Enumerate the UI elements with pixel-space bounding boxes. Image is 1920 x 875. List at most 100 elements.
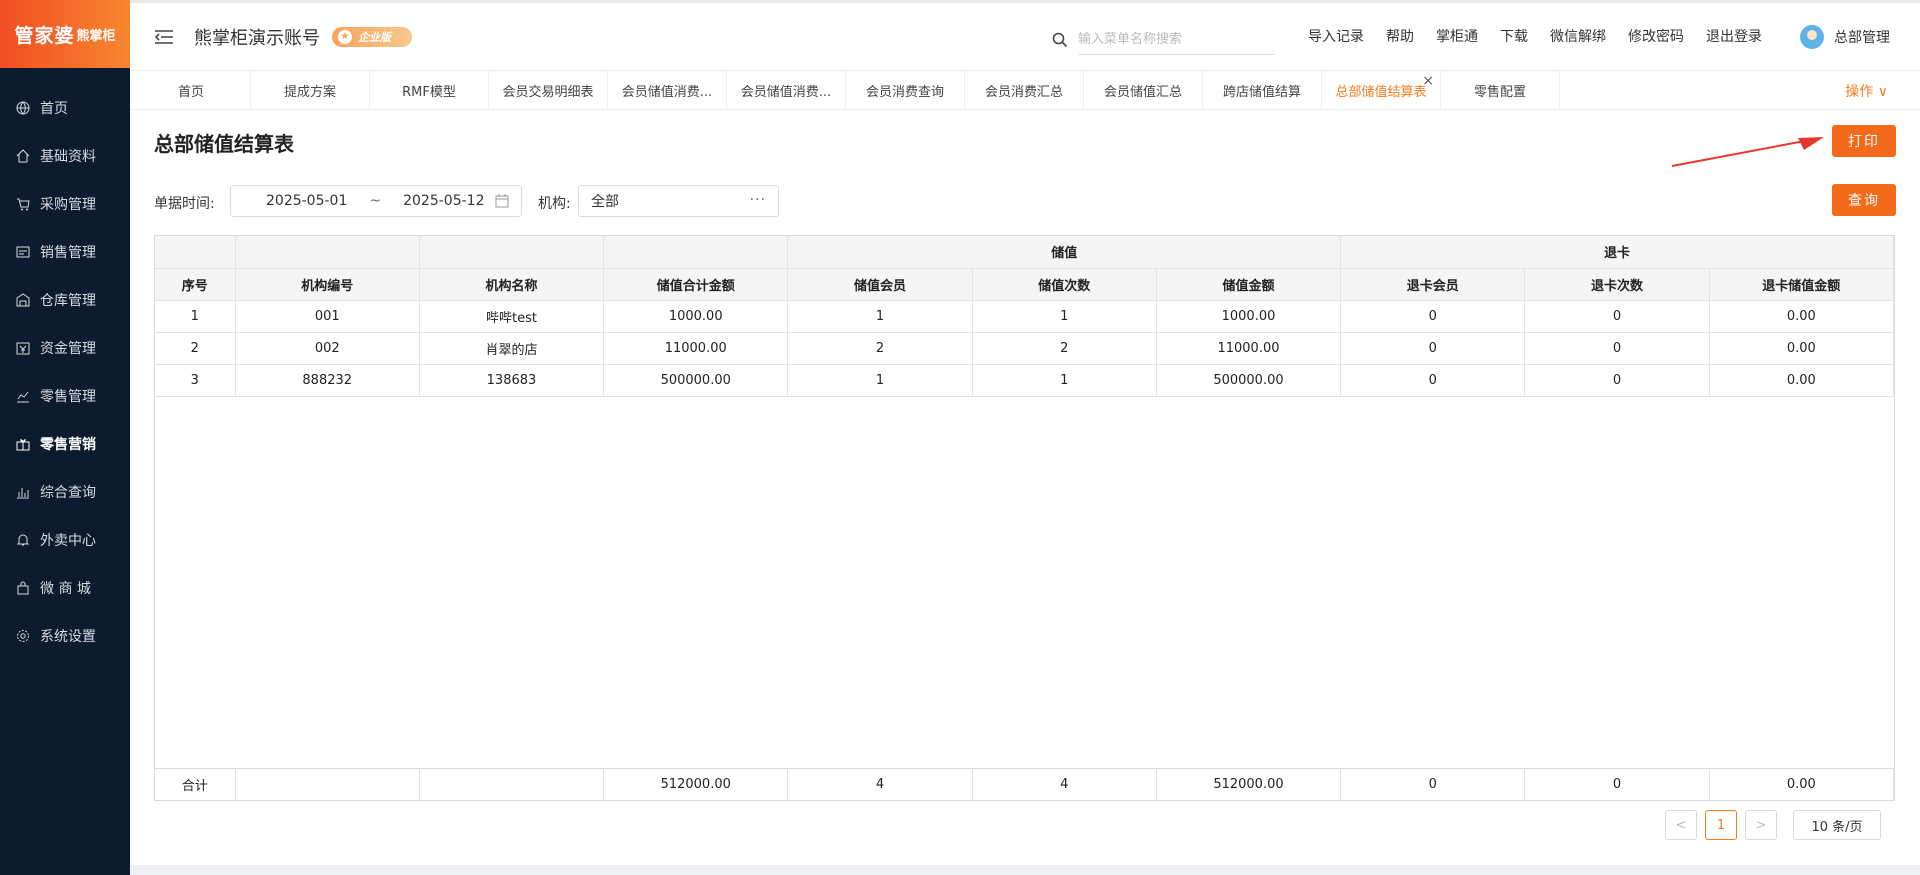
totals-cell: 0 [1340, 768, 1526, 800]
header-link-1[interactable]: 帮助 [1386, 26, 1414, 46]
edition-badge: ★ 企业版 [332, 26, 412, 47]
table-cell: 138683 [419, 364, 605, 397]
sidebar-item-3[interactable]: 销售管理 [0, 228, 130, 276]
tab-0[interactable]: 首页 [132, 71, 251, 109]
column-header[interactable]: 储值金额 [1156, 268, 1342, 301]
totals-cell: 0.00 [1709, 768, 1895, 800]
data-table: 储值 退卡 序号 机构编号 机构名称 储值合计金额 储值会员 储值次数 储值金额 退卡会员 退卡… [154, 235, 1895, 801]
tab-6[interactable]: 会员消费查询 [846, 71, 965, 109]
column-header[interactable]: 退卡次数 [1524, 268, 1710, 301]
next-page-button[interactable]: > [1745, 810, 1777, 840]
column-header[interactable]: 储值次数 [972, 268, 1157, 301]
header-links: 导入记录 帮助 掌柜通 下载 微信解绑 修改密码 退出登录 [1308, 26, 1784, 46]
column-header[interactable]: 储值合计金额 [603, 268, 789, 301]
sidebar-item-10[interactable]: 微 商 城 [0, 564, 130, 612]
avatar [1800, 25, 1824, 49]
query-button[interactable]: 查询 [1832, 184, 1896, 216]
account-name: 熊掌柜演示账号 [194, 27, 320, 49]
sidebar: 管家婆 熊掌柜 首页 基础资料 采购管理 销售管理仓库管理资金管理零售管理零售营销 综合… [0, 0, 130, 875]
date-to[interactable]: 2025-05-12 [403, 193, 484, 209]
header-link-2[interactable]: 掌柜通 [1436, 26, 1478, 46]
tab-5[interactable]: 会员储值消费... [727, 71, 846, 109]
sidebar-item-label: 微 商 城 [40, 581, 91, 597]
sidebar-item-2[interactable]: 采购管理 [0, 180, 130, 228]
table-row[interactable]: 3 888232 138683 500000.00 1 1 500000.00 0 0 0.00 [155, 364, 1895, 397]
sidebar-item-0[interactable]: 首页 [0, 84, 130, 132]
sidebar-item-label: 系统设置 [40, 629, 96, 645]
header-link-3[interactable]: 下载 [1500, 26, 1528, 46]
group-header-empty [155, 236, 236, 269]
sidebar-item-5[interactable]: 资金管理 [0, 324, 130, 372]
table-cell: 0 [1524, 364, 1710, 397]
sidebar-item-1[interactable]: 基础资料 [0, 132, 130, 180]
sidebar-item-7[interactable]: 零售营销 [0, 420, 130, 468]
tab-11[interactable]: 零售配置 [1441, 71, 1560, 109]
bar-chart-icon [16, 485, 30, 499]
column-header[interactable]: 储值会员 [787, 268, 973, 301]
user-menu[interactable]: 总部管理 [1800, 25, 1890, 49]
totals-table: 合计 512000.00 4 4 512000.00 0 0 0.00 [155, 767, 1895, 800]
table-cell: 2 [972, 332, 1157, 365]
tab-10[interactable]: 总部储值结算表 × [1322, 71, 1441, 109]
sales-icon [16, 245, 30, 259]
column-header[interactable]: 退卡会员 [1340, 268, 1526, 301]
tab-label: 跨店储值结算 [1222, 84, 1301, 100]
tab-3[interactable]: 会员交易明细表 [489, 71, 608, 109]
print-button[interactable]: 打印 [1832, 125, 1896, 157]
totals-cell [419, 768, 605, 800]
header-link-0[interactable]: 导入记录 [1308, 26, 1364, 46]
date-range-picker[interactable]: 2025-05-01 ~ 2025-05-12 [230, 185, 522, 217]
globe-icon [16, 101, 30, 115]
sidebar-item-4[interactable]: 仓库管理 [0, 276, 130, 324]
totals-cell: 4 [972, 768, 1157, 800]
table-cell: 11000.00 [603, 332, 789, 365]
close-icon[interactable]: × [1422, 73, 1434, 89]
logo-sub: 熊掌柜 [76, 28, 116, 44]
prev-page-button[interactable]: < [1665, 810, 1697, 840]
chart-icon [16, 389, 30, 403]
org-select[interactable]: 全部 ··· [578, 185, 779, 217]
sidebar-item-8[interactable]: 综合查询 [0, 468, 130, 516]
bell-icon [16, 533, 30, 547]
logo: 管家婆 熊掌柜 [0, 0, 130, 68]
annotation-arrow [1671, 137, 1824, 167]
table-cell: 哔哔test [419, 300, 605, 333]
table-cell: 500000.00 [603, 364, 789, 397]
sidebar-item-9[interactable]: 外卖中心 [0, 516, 130, 564]
tab-label: 提成方案 [283, 84, 336, 100]
tab-2[interactable]: RMF模型 [370, 71, 489, 109]
page-number-button[interactable]: 1 [1705, 810, 1737, 840]
header-link-6[interactable]: 退出登录 [1706, 26, 1762, 46]
table-row[interactable]: 2 002 肖翠的店 11000.00 2 2 11000.00 0 0 0.00 [155, 332, 1895, 365]
page-size-select[interactable]: 10 条/页 [1793, 810, 1881, 840]
table-cell: 1 [787, 364, 973, 397]
tab-1[interactable]: 提成方案 [251, 71, 370, 109]
tab-operations-menu[interactable]: 操作 ∨ [1845, 81, 1888, 101]
table-cell: 0 [1524, 332, 1710, 365]
date-from[interactable]: 2025-05-01 [266, 193, 347, 209]
tab-label: 会员消费查询 [865, 84, 944, 100]
column-header-row: 序号 机构编号 机构名称 储值合计金额 储值会员 储值次数 储值金额 退卡会员 退卡次数 退卡储值… [155, 268, 1895, 301]
menu-toggle-icon[interactable] [154, 27, 174, 47]
sidebar-item-6[interactable]: 零售管理 [0, 372, 130, 420]
tab-bar: 首页 提成方案 RMF模型 会员交易明细表 会员储值消费... 会员储值消费... 会员消费… [130, 70, 1920, 110]
sidebar-item-label: 仓库管理 [40, 293, 96, 309]
column-header[interactable]: 机构编号 [235, 268, 420, 301]
tab-8[interactable]: 会员储值汇总 [1084, 71, 1203, 109]
bottom-strip [130, 865, 1920, 875]
table-cell: 0.00 [1709, 300, 1895, 333]
sidebar-item-11[interactable]: 系统设置 [0, 612, 130, 660]
header-link-5[interactable]: 修改密码 [1628, 26, 1684, 46]
column-header[interactable]: 序号 [155, 268, 236, 301]
column-header[interactable]: 机构名称 [419, 268, 605, 301]
sidebar-item-label: 零售管理 [40, 389, 96, 405]
tab-4[interactable]: 会员储值消费... [608, 71, 727, 109]
table-row[interactable]: 1 001 哔哔test 1000.00 1 1 1000.00 0 0 0.00 [155, 300, 1895, 333]
column-header[interactable]: 退卡储值金额 [1709, 268, 1895, 301]
header-link-4[interactable]: 微信解绑 [1550, 26, 1606, 46]
more-icon[interactable]: ··· [750, 192, 766, 208]
tab-7[interactable]: 会员消费汇总 [965, 71, 1084, 109]
tab-9[interactable]: 跨店储值结算 [1203, 71, 1322, 109]
search-input[interactable] [1078, 25, 1276, 55]
table-cell: 0 [1340, 364, 1526, 397]
